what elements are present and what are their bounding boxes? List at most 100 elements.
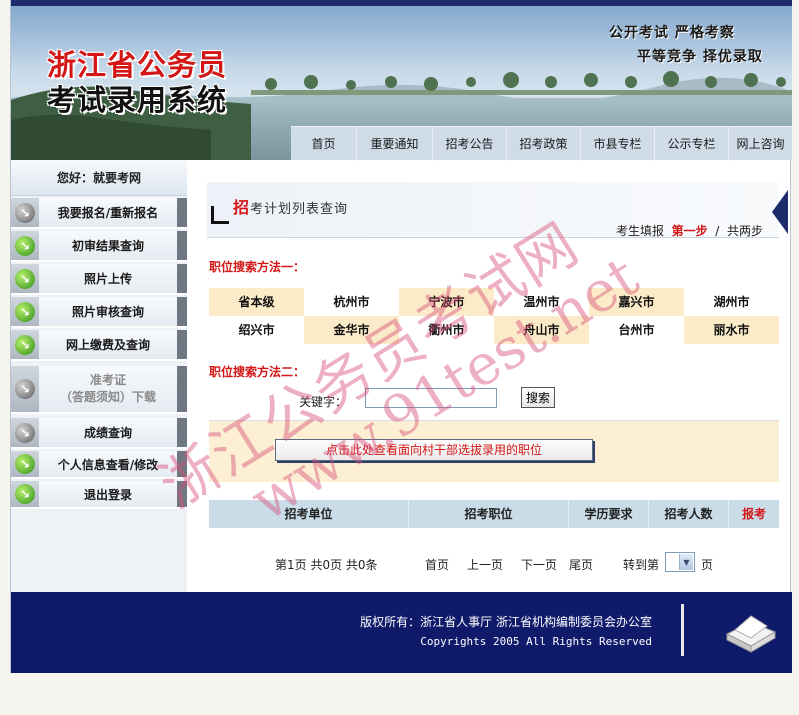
sidebar-item-label[interactable]: 我要报名/重新报名 bbox=[39, 204, 177, 221]
footer-divider bbox=[681, 604, 684, 656]
banner-top-bar bbox=[11, 0, 792, 6]
col-unit: 招考单位 bbox=[209, 500, 409, 528]
nav-home[interactable]: 首页 bbox=[291, 127, 357, 161]
city-link[interactable]: 舟山市 bbox=[494, 316, 589, 344]
book-icon bbox=[725, 615, 777, 653]
chevron-down-icon[interactable]: ▼ bbox=[679, 554, 693, 570]
city-link[interactable]: 嘉兴市 bbox=[589, 288, 684, 316]
page-frame: 浙江省公务员 考试录用系统 公开考试 严格考察 平等竞争 择优录取 首页 重要通… bbox=[10, 0, 792, 673]
edge-bar bbox=[177, 418, 187, 447]
icon-box: ↘ bbox=[11, 418, 39, 447]
sidebar-item-label[interactable]: 初审结果查询 bbox=[39, 237, 177, 254]
keyword-label: 关键字： bbox=[299, 395, 348, 409]
city-link[interactable]: 绍兴市 bbox=[209, 316, 304, 344]
edge-bar bbox=[177, 366, 187, 412]
sidebar-item-label[interactable]: 退出登录 bbox=[39, 486, 177, 503]
green-arrow-icon: ↘ bbox=[15, 301, 35, 322]
city-link[interactable]: 宁波市 bbox=[399, 288, 494, 316]
step-indicator: 考生填报 第一步 / 共两步 bbox=[616, 222, 763, 239]
sidebar-item-photo-review[interactable]: ↘ 照片审核查询 bbox=[11, 297, 187, 328]
result-table-header: 招考单位 招考职位 学历要求 招考人数 报考 bbox=[209, 500, 779, 528]
pager-page-unit: 页 bbox=[701, 558, 714, 572]
search-method-1: 职位搜索方法一： bbox=[209, 260, 306, 274]
city-grid: 省本级 杭州市 宁波市 温州市 嘉兴市 湖州市 绍兴市 金华市 衢州市 舟山市 … bbox=[209, 288, 779, 344]
city-link[interactable]: 省本级 bbox=[209, 288, 304, 316]
gray-arrow-icon: ↘ bbox=[15, 202, 35, 223]
nav-city-column[interactable]: 市县专栏 bbox=[581, 127, 655, 161]
gray-arrow-icon: ↘ bbox=[15, 379, 35, 399]
green-arrow-icon: ↘ bbox=[15, 235, 35, 256]
page-select[interactable]: ▼ bbox=[665, 552, 695, 572]
sidebar-item-label[interactable]: 照片上传 bbox=[39, 270, 177, 287]
edge-bar bbox=[177, 330, 187, 359]
city-link[interactable]: 金华市 bbox=[304, 316, 399, 344]
pager-prev[interactable]: 上一页 bbox=[467, 556, 503, 573]
sidebar: 您好：就要考网 ↘ 我要报名/重新报名 ↘ 初审结果查询 ↘ 照片上传 ↘ 照片… bbox=[11, 160, 187, 592]
step-prefix: 考生填报 bbox=[615, 224, 664, 238]
step-separator: / bbox=[715, 224, 720, 238]
sidebar-item-profile[interactable]: ↘ 个人信息查看/修改 bbox=[11, 451, 187, 479]
icon-box: ↘ bbox=[11, 264, 39, 293]
green-arrow-icon: ↘ bbox=[15, 484, 35, 504]
icon-box: ↘ bbox=[11, 451, 39, 477]
city-link[interactable]: 杭州市 bbox=[304, 288, 399, 316]
sidebar-item-initial-review[interactable]: ↘ 初审结果查询 bbox=[11, 231, 187, 262]
city-link[interactable]: 丽水市 bbox=[684, 316, 779, 344]
city-link[interactable]: 衢州市 bbox=[399, 316, 494, 344]
col-position: 招考职位 bbox=[409, 500, 569, 528]
pager-first[interactable]: 首页 bbox=[425, 556, 449, 573]
edge-bar bbox=[177, 297, 187, 326]
icon-box: ↘ bbox=[11, 231, 39, 260]
search-button[interactable]: 搜索 bbox=[521, 387, 555, 408]
admission-ticket-label: 准考证 bbox=[89, 373, 126, 387]
pager: 第1页 共0页 共0条 首页 上一页 下一页 尾页 转到第 ▼ 页 bbox=[209, 550, 779, 576]
nav-online-consult[interactable]: 网上咨询 bbox=[729, 127, 792, 161]
edge-bar bbox=[177, 264, 187, 293]
city-link[interactable]: 湖州市 bbox=[684, 288, 779, 316]
village-cadre-button[interactable]: 点击此处查看面向村干部选拔录用的职位 bbox=[275, 439, 593, 461]
pager-next[interactable]: 下一页 bbox=[521, 556, 557, 573]
keyword-input[interactable] bbox=[365, 388, 497, 408]
sidebar-item-label[interactable]: 照片审核查询 bbox=[39, 303, 177, 320]
sidebar-item-score-query[interactable]: ↘ 成绩查询 bbox=[11, 418, 187, 449]
pager-last[interactable]: 尾页 bbox=[569, 556, 593, 573]
copyright-en: Copyrights 2005 All Rights Reserved bbox=[420, 635, 652, 648]
nav-public-column[interactable]: 公示专栏 bbox=[655, 127, 729, 161]
nav-notices[interactable]: 重要通知 bbox=[357, 127, 433, 161]
main-content: 招考计划列表查询 考生填报 第一步 / 共两步 职位搜索方法一： 省本级 杭州市… bbox=[197, 180, 779, 590]
nav-recruit-policy[interactable]: 招考政策 bbox=[507, 127, 581, 161]
edge-bar bbox=[177, 198, 187, 227]
edge-bar bbox=[177, 231, 187, 260]
city-link[interactable]: 台州市 bbox=[589, 316, 684, 344]
sidebar-item-logout[interactable]: ↘ 退出登录 bbox=[11, 481, 187, 509]
section-title: 招考计划列表查询 bbox=[233, 194, 348, 218]
icon-box: ↘ bbox=[11, 330, 39, 359]
slogan-line1: 公开考试 严格考察 bbox=[609, 25, 735, 41]
village-cadre-area: 点击此处查看面向村干部选拔录用的职位 bbox=[209, 420, 779, 482]
section-title-rest: 考计划列表查询 bbox=[250, 202, 349, 217]
step-total: 共两步 bbox=[726, 224, 763, 238]
system-title-line2: 考试录用系统 bbox=[47, 83, 228, 117]
section-title-first: 招 bbox=[233, 198, 251, 217]
sidebar-item-label[interactable]: 成绩查询 bbox=[39, 424, 177, 441]
sidebar-item-label[interactable]: 网上缴费及查询 bbox=[39, 336, 177, 353]
green-arrow-icon: ↘ bbox=[15, 454, 35, 474]
sidebar-item-payment[interactable]: ↘ 网上缴费及查询 bbox=[11, 330, 187, 361]
content-header: 招考计划列表查询 考生填报 第一步 / 共两步 bbox=[207, 182, 779, 238]
icon-box: ↘ bbox=[11, 366, 39, 412]
keyword-search-row: 关键字： 搜索 bbox=[209, 385, 779, 417]
copyright: 版权所有：浙江省人事厅 浙江省机构编制委员会办公室 Copyrights 200… bbox=[360, 612, 652, 652]
sidebar-item-photo-upload[interactable]: ↘ 照片上传 bbox=[11, 264, 187, 295]
sidebar-item-register[interactable]: ↘ 我要报名/重新报名 bbox=[11, 198, 187, 229]
sidebar-item-label[interactable]: 个人信息查看/修改 bbox=[39, 456, 177, 473]
city-link[interactable]: 温州市 bbox=[494, 288, 589, 316]
green-arrow-icon: ↘ bbox=[15, 268, 35, 289]
icon-box: ↘ bbox=[11, 198, 39, 227]
search-method-2: 职位搜索方法二： bbox=[209, 365, 306, 379]
admission-ticket-sublabel: （答题须知）下载 bbox=[59, 390, 156, 404]
footer: 版权所有：浙江省人事厅 浙江省机构编制委员会办公室 Copyrights 200… bbox=[11, 592, 792, 673]
nav-recruit-announcement[interactable]: 招考公告 bbox=[433, 127, 507, 161]
greeting: 您好：就要考网 bbox=[11, 160, 187, 196]
gray-arrow-icon: ↘ bbox=[15, 422, 35, 443]
edge-bar bbox=[177, 451, 187, 477]
